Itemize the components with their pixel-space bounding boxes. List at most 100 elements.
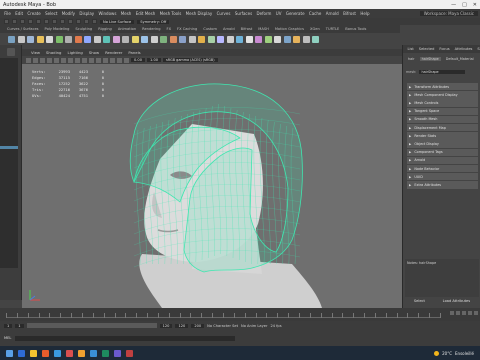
shelf-tool-icon[interactable] xyxy=(36,35,44,43)
shelf-tab-curves-surfaces[interactable]: Curves / Surfaces xyxy=(4,27,42,31)
shelf-tool-icon[interactable] xyxy=(150,35,158,43)
taskbar-app-icon[interactable] xyxy=(18,349,25,357)
wireframe-icon[interactable] xyxy=(68,57,73,63)
viewport-menu-renderer[interactable]: Renderer xyxy=(102,50,125,55)
shelf-tab-turtle[interactable]: TURTLE xyxy=(323,27,343,31)
shelf-tool-icon[interactable] xyxy=(274,35,281,43)
resolution-gate-icon[interactable] xyxy=(61,57,66,63)
snap-curve-icon[interactable] xyxy=(84,19,89,24)
viewport-menu-view[interactable]: View xyxy=(28,50,43,55)
undo-icon[interactable] xyxy=(36,19,41,24)
shelf-tool-icon[interactable] xyxy=(207,35,215,43)
taskbar-app-icon[interactable] xyxy=(42,349,49,357)
shelf-tool-icon[interactable] xyxy=(103,35,110,43)
shelf-tab-animation[interactable]: Animation xyxy=(115,27,139,31)
menu-arnold[interactable]: Arnold xyxy=(324,11,341,16)
snap-point-icon[interactable] xyxy=(92,19,97,24)
start-frame-field[interactable]: 1 xyxy=(4,323,13,328)
maximize-button[interactable]: □ xyxy=(462,2,467,8)
grid-toggle-icon[interactable] xyxy=(47,57,52,63)
shelf-tab-bonus-tools[interactable]: Bonus Tools xyxy=(342,27,369,31)
snap-grid-icon[interactable] xyxy=(76,19,81,24)
section-displacement-map[interactable]: ▶ Displacement Map xyxy=(407,123,478,132)
step-back-icon[interactable] xyxy=(456,311,460,315)
lights-icon[interactable] xyxy=(96,57,101,63)
shelf-tab-fx[interactable]: FX xyxy=(164,27,175,31)
shelf-tab-mash[interactable]: MASH xyxy=(255,27,272,31)
taskbar-app-icon[interactable] xyxy=(66,349,73,357)
notes-area[interactable]: Notes: hairShape xyxy=(405,259,479,297)
shelf-tool-icon[interactable] xyxy=(188,35,196,43)
mel-input[interactable] xyxy=(15,335,236,341)
viewport-menu-lighting[interactable]: Lighting xyxy=(64,50,85,55)
shelf-tab-arnold[interactable]: Arnold xyxy=(220,27,238,31)
shelf-tool-icon[interactable] xyxy=(84,35,91,43)
shelf-tool-icon[interactable] xyxy=(217,35,224,43)
section-uuid[interactable]: ▶ UUID xyxy=(407,173,478,181)
menu-mesh-display[interactable]: Mesh Display xyxy=(183,11,214,16)
select-object-icon[interactable] xyxy=(60,19,65,24)
anim-layer-field[interactable]: No Anim Layer xyxy=(241,324,267,328)
shelf-tab-motion-graphics[interactable]: Motion Graphics xyxy=(272,27,307,31)
shelf-tool-icon[interactable] xyxy=(112,35,120,43)
shelf-tab-fx-caching[interactable]: FX Caching xyxy=(174,27,200,31)
shelf-tool-icon[interactable] xyxy=(8,35,15,43)
bookmark-icon[interactable] xyxy=(33,57,38,63)
shelf-tab-sculpting[interactable]: Sculpting xyxy=(72,27,95,31)
taskbar-app-icon[interactable] xyxy=(114,349,121,357)
playback-end-field[interactable]: 200 xyxy=(191,323,205,328)
section-tangent-space[interactable]: ▶ Tangent Space xyxy=(407,107,478,115)
menu-display[interactable]: Display xyxy=(77,11,96,16)
symmetry-field[interactable]: Symmetry: Off xyxy=(137,19,170,24)
xray-icon[interactable] xyxy=(117,57,122,63)
live-surface-field[interactable]: No Live Surface xyxy=(100,19,135,24)
shelf-tab-poly-modeling[interactable]: Poly Modeling xyxy=(42,27,73,31)
shelf-tool-icon[interactable] xyxy=(312,35,319,43)
node-tab-hairshape[interactable]: hairShape xyxy=(419,57,441,61)
outliner-selected-item[interactable] xyxy=(0,146,18,149)
menu-modify[interactable]: Modify xyxy=(60,11,78,16)
workspace-selector[interactable]: Workspace: Maya Classic xyxy=(419,11,478,16)
menu-edit-mesh[interactable]: Edit Mesh xyxy=(134,11,158,16)
menu-set-selector[interactable] xyxy=(4,19,9,24)
attr-menu-selected[interactable]: Selected xyxy=(416,47,437,51)
taskbar-app-icon[interactable] xyxy=(54,349,61,357)
menu-mesh[interactable]: Mesh xyxy=(119,11,134,16)
menu-mesh-tools[interactable]: Mesh Tools xyxy=(157,11,183,16)
menu-select[interactable]: Select xyxy=(43,11,60,16)
shelf-tool-icon[interactable] xyxy=(27,35,34,43)
shelf-tool-icon[interactable] xyxy=(302,35,310,43)
shelf-tool-icon[interactable] xyxy=(283,35,291,43)
menu-bifrost[interactable]: Bifrost xyxy=(341,11,358,16)
select-tool-icon[interactable] xyxy=(6,48,15,56)
character-set-field[interactable]: No Character Set xyxy=(207,324,238,328)
xray-joints-icon[interactable] xyxy=(124,57,129,63)
shelf-tool-icon[interactable] xyxy=(55,35,63,43)
shelf-tool-icon[interactable] xyxy=(169,35,177,43)
go-to-start-icon[interactable] xyxy=(450,311,454,315)
shelf-tool-icon[interactable] xyxy=(65,35,72,43)
go-to-end-icon[interactable] xyxy=(474,311,478,315)
shelf-tool-icon[interactable] xyxy=(131,35,139,43)
shelf-tool-icon[interactable] xyxy=(122,35,129,43)
shelf-tool-icon[interactable] xyxy=(160,35,167,43)
shelf-tab-bifrost[interactable]: Bifrost xyxy=(238,27,256,31)
taskbar-app-icon[interactable] xyxy=(102,349,109,357)
range-bar[interactable] xyxy=(26,323,157,328)
section-mesh-component-display[interactable]: ▶ Mesh Component Display xyxy=(407,91,478,99)
viewport-menu-show[interactable]: Show xyxy=(86,50,102,55)
node-tab-default-material[interactable]: Default_Material xyxy=(444,57,476,61)
shelf-tab-rigging[interactable]: Rigging xyxy=(95,27,115,31)
time-slider-ticks[interactable] xyxy=(6,310,441,318)
exposure-field[interactable]: 0.00 xyxy=(131,58,146,62)
attr-menu-show[interactable]: Show xyxy=(475,47,480,51)
camera-attributes-icon[interactable] xyxy=(26,57,31,63)
redo-icon[interactable] xyxy=(44,19,49,24)
menu-uv[interactable]: UV xyxy=(274,11,284,16)
shelf-tool-icon[interactable] xyxy=(179,35,186,43)
attr-menu-attributes[interactable]: Attributes xyxy=(452,47,475,51)
shelf-tool-icon[interactable] xyxy=(17,35,25,43)
isolate-select-icon[interactable] xyxy=(110,57,115,63)
node-tab-hair[interactable]: hair xyxy=(406,57,417,61)
smooth-shade-icon[interactable] xyxy=(75,57,80,63)
